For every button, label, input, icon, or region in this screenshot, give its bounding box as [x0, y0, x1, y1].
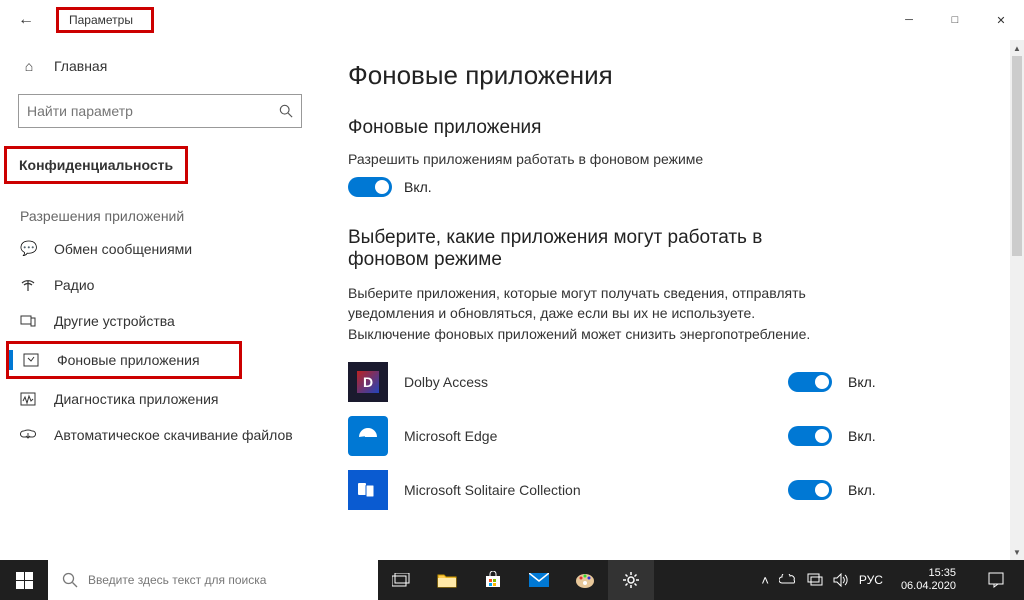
diag-icon: [20, 392, 38, 406]
app-toggle-dolby[interactable]: [788, 372, 832, 392]
clock-time: 15:35: [901, 567, 956, 580]
master-toggle-label: Вкл.: [404, 179, 432, 195]
radio-icon: [20, 277, 38, 293]
volume-icon[interactable]: [833, 573, 849, 587]
search-box[interactable]: [18, 94, 302, 128]
taskbar-search[interactable]: Введите здесь текст для поиска: [48, 560, 378, 600]
taskbar: Введите здесь текст для поиска ˄: [0, 560, 1024, 600]
taskbar-apps: [378, 560, 654, 600]
sidebar-item-label: Фоновые приложения: [57, 352, 200, 368]
home-link[interactable]: ⌂ Главная: [0, 52, 320, 80]
sidebar-item-messaging[interactable]: 💬 Обмен сообщениями: [0, 230, 320, 267]
body-area: ⌂ Главная Конфиденциальность Разрешения …: [0, 40, 1024, 560]
app-name: Dolby Access: [404, 374, 772, 390]
clock-date: 06.04.2020: [901, 580, 956, 593]
scrollbar[interactable]: ▲ ▼: [1010, 40, 1024, 560]
language-indicator[interactable]: РУС: [859, 573, 883, 587]
app-toggle-label: Вкл.: [848, 482, 888, 498]
onedrive-icon[interactable]: [779, 574, 797, 586]
system-tray: ˄ РУС 15:35 06.04.2020: [761, 560, 1024, 600]
app-row-solitaire: Microsoft Solitaire Collection Вкл.: [348, 470, 888, 510]
close-button[interactable]: ✕: [978, 4, 1024, 36]
scroll-up-button[interactable]: ▲: [1010, 40, 1024, 56]
app-toggle-label: Вкл.: [848, 374, 888, 390]
taskbar-search-placeholder: Введите здесь текст для поиска: [88, 573, 266, 587]
sidebar-item-label: Диагностика приложения: [54, 391, 218, 407]
search-icon: [279, 104, 293, 118]
search-icon: [62, 572, 78, 588]
clock[interactable]: 15:35 06.04.2020: [893, 567, 964, 592]
start-button[interactable]: [0, 560, 48, 600]
permissions-heading: Разрешения приложений: [0, 194, 320, 230]
app-toggle-edge[interactable]: [788, 426, 832, 446]
store-icon[interactable]: [470, 560, 516, 600]
paint-icon[interactable]: [562, 560, 608, 600]
tray-chevron-icon[interactable]: ˄: [761, 573, 769, 588]
bgapps-icon: [23, 353, 41, 367]
sidebar-item-label: Радио: [54, 277, 94, 293]
sidebar-item-label: Другие устройства: [54, 313, 175, 329]
edge-icon: [348, 416, 388, 456]
highlight-box-bgapps: Фоновые приложения: [6, 341, 242, 379]
app-row-dolby: D Dolby Access Вкл.: [348, 362, 888, 402]
category-heading: Конфиденциальность: [4, 146, 188, 184]
sidebar-item-other-devices[interactable]: Другие устройства: [0, 303, 320, 339]
app-toggle-label: Вкл.: [848, 428, 888, 444]
network-icon[interactable]: [807, 573, 823, 587]
windows-logo-icon: [16, 572, 33, 589]
sidebar-item-auto-download[interactable]: Автоматическое скачивание файлов: [0, 417, 320, 453]
task-view-icon[interactable]: [378, 560, 424, 600]
home-label: Главная: [54, 58, 107, 74]
dolby-icon: D: [348, 362, 388, 402]
back-arrow-icon[interactable]: ←: [18, 11, 34, 29]
titlebar: ← Параметры ─ □ ✕: [0, 0, 1024, 40]
app-toggle-solitaire[interactable]: [788, 480, 832, 500]
scroll-thumb[interactable]: [1012, 56, 1022, 256]
home-icon: ⌂: [20, 58, 38, 74]
section-title-apps: Выберите, какие приложения могут работат…: [348, 227, 808, 271]
minimize-button[interactable]: ─: [886, 4, 932, 36]
sidebar-item-label: Обмен сообщениями: [54, 241, 192, 257]
app-name: Microsoft Solitaire Collection: [404, 482, 772, 498]
titlebar-left: ← Параметры: [18, 7, 154, 33]
app-name: Microsoft Edge: [404, 428, 772, 444]
settings-taskbar-icon[interactable]: [608, 560, 654, 600]
sidebar-item-app-diagnostics[interactable]: Диагностика приложения: [0, 381, 320, 417]
settings-window: ← Параметры ─ □ ✕ ⌂ Главная Конфиденциал…: [0, 0, 1024, 560]
download-icon: [20, 427, 38, 443]
sidebar-item-background-apps[interactable]: Фоновые приложения: [9, 344, 239, 376]
window-title: Параметры: [56, 7, 154, 33]
sidebar-item-label: Автоматическое скачивание файлов: [54, 427, 293, 443]
content-area: Фоновые приложения Фоновые приложения Ра…: [320, 40, 1010, 560]
scroll-track[interactable]: [1010, 56, 1024, 544]
page-title: Фоновые приложения: [348, 60, 982, 91]
master-toggle[interactable]: [348, 177, 392, 197]
section-title: Фоновые приложения: [348, 117, 982, 139]
sidebar: ⌂ Главная Конфиденциальность Разрешения …: [0, 40, 320, 560]
master-toggle-row: Вкл.: [348, 177, 982, 197]
explorer-icon[interactable]: [424, 560, 470, 600]
section-desc: Выберите приложения, которые могут получ…: [348, 283, 828, 344]
search-input[interactable]: [27, 103, 279, 119]
notifications-icon[interactable]: [974, 560, 1018, 600]
scroll-down-button[interactable]: ▼: [1010, 544, 1024, 560]
solitaire-icon: [348, 470, 388, 510]
window-controls: ─ □ ✕: [886, 4, 1024, 36]
maximize-button[interactable]: □: [932, 4, 978, 36]
devices-icon: [20, 314, 38, 328]
sidebar-item-radio[interactable]: Радио: [0, 267, 320, 303]
app-row-edge: Microsoft Edge Вкл.: [348, 416, 888, 456]
section-subtext: Разрешить приложениям работать в фоновом…: [348, 151, 982, 167]
mail-icon[interactable]: [516, 560, 562, 600]
chat-icon: 💬: [20, 240, 38, 257]
